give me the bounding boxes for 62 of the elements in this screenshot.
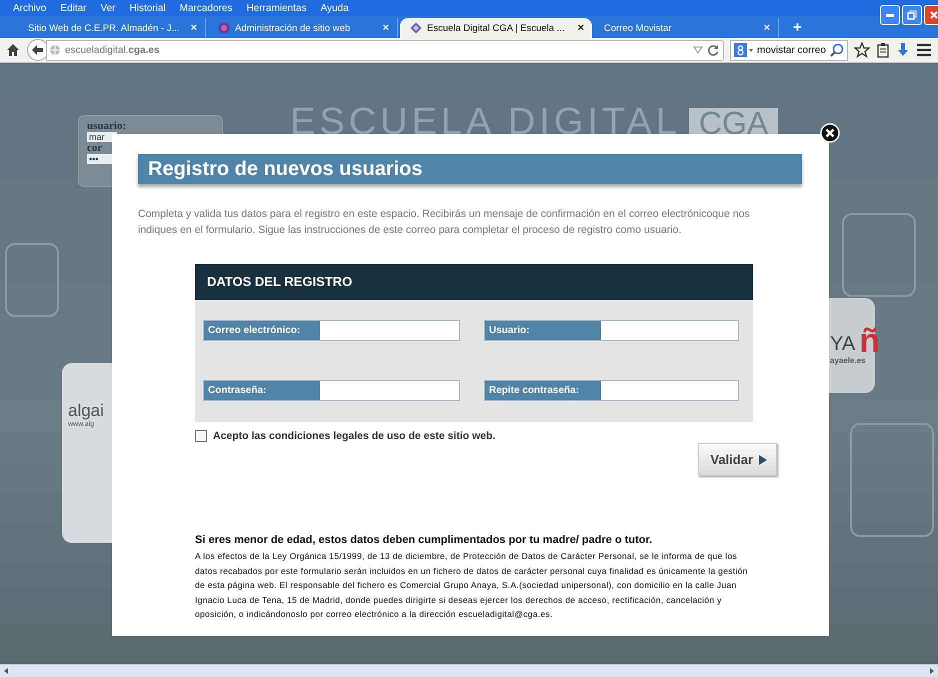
menu-item[interactable]: Ayuda xyxy=(313,2,356,14)
note-heading: Si eres menor de edad, estos datos deben cumplimentados por tu madre/ padre o tutor. xyxy=(195,534,654,546)
minimize-button[interactable] xyxy=(880,5,900,25)
search-icon[interactable] xyxy=(830,43,844,57)
login-label: usuario: xyxy=(87,120,128,132)
menu-item[interactable]: Archivo xyxy=(6,2,54,14)
restore-button[interactable] xyxy=(902,5,922,25)
tab-close-button[interactable]: × xyxy=(382,22,389,34)
validate-button[interactable]: Validar xyxy=(698,443,777,476)
restore-icon xyxy=(907,10,917,20)
dropdown-icon[interactable] xyxy=(693,46,703,54)
menu-item[interactable]: Herramientas xyxy=(239,2,314,14)
right-arrow-icon[interactable] xyxy=(928,667,936,675)
home-icon[interactable] xyxy=(6,43,20,57)
field-label: Contraseña: xyxy=(204,381,320,400)
field-label: Usuario: xyxy=(485,321,601,340)
tab-label: Escuela Digital CGA | Escuela ... xyxy=(427,22,566,34)
menu-item[interactable]: Historial xyxy=(122,2,173,14)
tab-close-button[interactable]: × xyxy=(190,22,197,34)
tab-label: Administración de sitio web xyxy=(235,22,352,34)
search-field[interactable]: movistar correo xyxy=(730,40,848,60)
minimize-icon xyxy=(886,14,894,16)
login-label: cor xyxy=(87,142,104,154)
diamond-icon xyxy=(410,22,422,34)
intro-text: Completa y valida tus datos para el registro en este espacio. Recibirás un mensaje de confirmación en el correo electrónicoque nos indiques en el formulario. Sigue las instrucciones de este correo para completar el proceso de registro como usuario. xyxy=(138,207,751,238)
left-arrow-icon[interactable] xyxy=(2,667,10,675)
search-engine-icon xyxy=(734,43,754,57)
address-bar[interactable]: escueladigital.cga.es xyxy=(46,40,724,60)
dialog-title: Registro de nuevos usuarios xyxy=(138,154,802,184)
checkbox-label: Acepto las condiciones legales de uso de este sitio web. xyxy=(213,430,496,442)
ad-text: algai xyxy=(68,401,105,421)
field-label: Correo electrónico: xyxy=(204,321,320,340)
new-tab-button[interactable]: + xyxy=(793,18,802,38)
checkbox[interactable] xyxy=(195,430,207,442)
input-field[interactable]: Repite contraseña: xyxy=(484,380,739,401)
menu-item[interactable]: Editar xyxy=(53,2,94,14)
reload-icon[interactable] xyxy=(707,44,719,56)
tab-label: Sitio Web de C.E.PR. Almadén - J... xyxy=(28,22,180,34)
input-field[interactable]: Usuario: xyxy=(484,320,739,341)
menu-item[interactable]: Marcadores xyxy=(172,2,240,14)
input-field[interactable]: Contraseña: xyxy=(203,380,460,401)
play-icon xyxy=(759,454,767,464)
horizontal-scrollbar[interactable] xyxy=(0,664,938,677)
tab-label: Correo Movistar xyxy=(604,22,673,34)
close-button[interactable] xyxy=(820,123,840,143)
close-icon xyxy=(929,10,938,20)
clipboard-icon[interactable] xyxy=(876,42,890,58)
tab-close-button[interactable]: × xyxy=(578,22,584,34)
menu-item[interactable]: Ver xyxy=(93,2,122,14)
tab-close-button[interactable]: × xyxy=(764,22,770,34)
form-header: DATOS DEL REGISTRO xyxy=(195,264,753,300)
legal-text: A los efectos de la Ley Orgánica 15/1999, de 13 de diciembre, de Protección de Datos de Carácter Personal, se le informa de que los datos recabados por este formulario serán incluidos en un fichero de datos de carácter personal cuya finalidad es únicamente la gestión de esta página web. El responsable del fichero es Comercial Grupo Anaya, S.A.(sociedad unipersonal), con domicilio en la calle Juan Ignacio Luca de Tena, 15 de Madrid, donde puedes dirigirte si deseas ejercer los derechos de acceso, rectificación, cancelación y oposición, o indicándonoslo por correo electrónico a la dirección escueladigital@cga.es. xyxy=(195,550,749,621)
menu-icon[interactable] xyxy=(916,43,932,57)
ad-text: YA xyxy=(830,333,856,356)
ad-url: ayaele.es xyxy=(830,356,867,365)
star-icon[interactable] xyxy=(854,42,870,58)
browser-tab[interactable]: Escuela Digital CGA | Escuela ... × xyxy=(400,18,592,38)
input-field[interactable]: Correo electrónico: xyxy=(203,320,460,341)
download-icon[interactable] xyxy=(896,42,910,58)
url-text: escueladigital.cga.es xyxy=(65,44,161,56)
field-label: Repite contraseña: xyxy=(485,381,601,400)
search-text: movistar correo xyxy=(757,44,827,56)
